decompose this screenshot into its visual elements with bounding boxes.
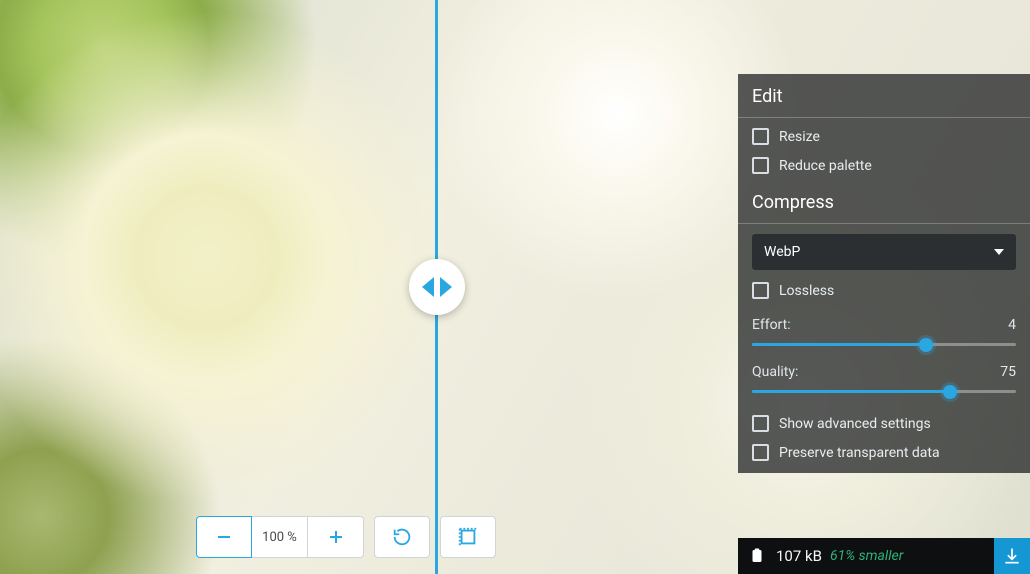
format-select[interactable]: WebP	[752, 234, 1016, 270]
settings-panel: Edit Resize Reduce palette Compress WebP…	[738, 74, 1030, 473]
resize-checkbox[interactable]: Resize	[752, 128, 1016, 145]
download-icon	[1002, 546, 1022, 566]
zoom-level-text: 100 %	[262, 530, 297, 545]
quality-label: Quality:	[752, 364, 798, 380]
chevron-down-icon	[994, 249, 1004, 255]
zoom-out-button[interactable]	[196, 516, 252, 558]
chevron-left-icon	[422, 277, 434, 297]
format-select-value: WebP	[764, 244, 800, 260]
checkbox-icon	[752, 415, 769, 432]
lossless-label: Lossless	[779, 283, 834, 299]
resize-label: Resize	[779, 129, 820, 145]
chevron-right-icon	[440, 277, 452, 297]
reduce-palette-label: Reduce palette	[779, 158, 872, 174]
download-button[interactable]	[994, 538, 1030, 574]
checkbox-icon	[752, 128, 769, 145]
slider-thumb[interactable]	[943, 385, 957, 399]
show-advanced-label: Show advanced settings	[779, 416, 931, 432]
viewer-toolbar: 100 %	[196, 516, 496, 558]
minus-icon	[214, 527, 234, 547]
output-size: 107 kB	[776, 547, 822, 565]
zoom-in-button[interactable]	[308, 516, 364, 558]
bounding-box-icon	[457, 526, 479, 548]
plus-icon	[326, 527, 346, 547]
result-bar: 107 kB 61% smaller	[738, 538, 1030, 574]
checkbox-icon	[752, 444, 769, 461]
preserve-transparent-label: Preserve transparent data	[779, 445, 940, 461]
zoom-level-display[interactable]: 100 %	[252, 516, 308, 558]
image-compare-viewport: 100 % Edit Resize	[0, 0, 1030, 574]
copy-result-button[interactable]	[748, 547, 766, 565]
zoom-group: 100 %	[196, 516, 364, 558]
show-advanced-checkbox[interactable]: Show advanced settings	[752, 415, 1016, 432]
lossless-checkbox[interactable]: Lossless	[752, 282, 1016, 299]
reduce-palette-checkbox[interactable]: Reduce palette	[752, 157, 1016, 174]
edit-section: Resize Reduce palette	[738, 118, 1030, 180]
slider-thumb[interactable]	[919, 338, 933, 352]
checkbox-icon	[752, 282, 769, 299]
effort-value: 4	[1008, 317, 1016, 333]
effort-track[interactable]	[752, 343, 1016, 346]
quality-slider[interactable]: Quality: 75	[752, 364, 1016, 393]
compare-handle[interactable]	[409, 259, 465, 315]
quality-track[interactable]	[752, 390, 1016, 393]
effort-label: Effort:	[752, 317, 791, 333]
effort-slider[interactable]: Effort: 4	[752, 317, 1016, 346]
checkbox-icon	[752, 157, 769, 174]
rotate-icon	[391, 526, 413, 548]
edit-section-title: Edit	[738, 74, 1030, 118]
preserve-transparent-checkbox[interactable]: Preserve transparent data	[752, 444, 1016, 461]
output-savings: 61% smaller	[830, 548, 903, 564]
rotate-button[interactable]	[374, 516, 430, 558]
compress-section: WebP Lossless Effort: 4 Quality:	[738, 224, 1030, 473]
quality-value: 75	[1000, 364, 1016, 380]
transform-button[interactable]	[440, 516, 496, 558]
clipboard-icon	[748, 547, 766, 565]
compress-section-title: Compress	[738, 180, 1030, 224]
